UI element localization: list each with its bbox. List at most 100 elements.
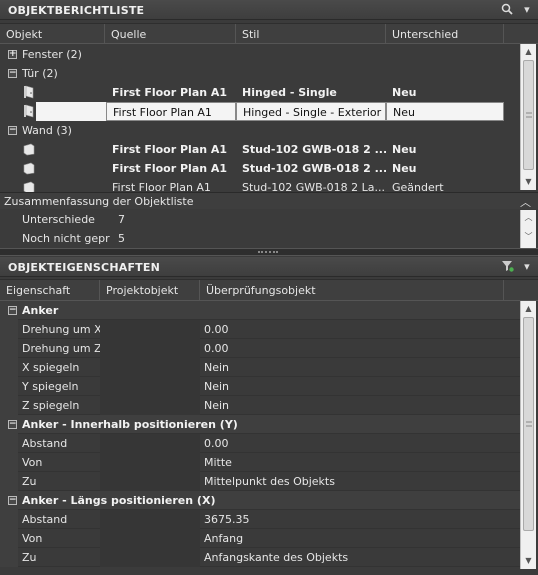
- property-row[interactable]: Von Anfang: [0, 529, 520, 548]
- projektobjekt-cell: [100, 358, 200, 377]
- property-row[interactable]: Z spiegeln Nein: [0, 396, 520, 415]
- stil-cell: Stud-102 GWB-018 2 ...: [242, 162, 386, 175]
- column-quelle[interactable]: Quelle: [105, 24, 236, 44]
- panel-splitter[interactable]: [0, 248, 538, 256]
- unterschied-cell: Neu: [392, 86, 417, 99]
- column-objekt[interactable]: Objekt: [0, 24, 105, 44]
- property-row[interactable]: Von Mitte: [0, 453, 520, 472]
- row-gutter: [0, 510, 18, 529]
- unterschied-cell: Neu: [392, 162, 417, 175]
- scroll-thumb[interactable]: [523, 317, 534, 531]
- collapse-icon[interactable]: −: [8, 496, 17, 505]
- property-value: Nein: [204, 380, 230, 393]
- property-value: 3675.35: [204, 513, 250, 526]
- projektobjekt-cell: [100, 529, 200, 548]
- scroll-thumb[interactable]: [523, 60, 534, 170]
- category-row[interactable]: − Anker: [0, 301, 520, 320]
- column-unterschied[interactable]: Unterschied: [386, 24, 504, 44]
- column-projektobjekt[interactable]: Projektobjekt: [100, 280, 200, 301]
- object-report-title: OBJEKTBERICHTLISTE: [8, 4, 145, 17]
- group-label: Wand (3): [22, 124, 72, 137]
- property-row[interactable]: X spiegeln Nein: [0, 358, 520, 377]
- summary-scrollbar[interactable]: ︿ ﹀: [520, 210, 536, 248]
- projektobjekt-cell: [100, 434, 200, 453]
- property-row[interactable]: Zu Anfangskante des Objekts: [0, 548, 520, 567]
- panel-menu-icon[interactable]: ▾: [520, 3, 534, 17]
- scroll-down-arrow[interactable]: ▼: [521, 553, 536, 569]
- properties-column-header: Eigenschaft Projektobjekt Überprüfungsob…: [0, 279, 538, 301]
- property-value: Anfangskante des Objekts: [204, 551, 349, 564]
- group-row[interactable]: − Tür (2): [0, 64, 520, 83]
- summary-row: Noch nicht geprüft 5: [0, 229, 522, 248]
- property-row[interactable]: Drehung um Z 0.00: [0, 339, 520, 358]
- object-report-scrollbar[interactable]: ▲ ▼: [520, 44, 536, 190]
- collapse-icon[interactable]: −: [8, 420, 17, 429]
- table-row[interactable]: First Floor Plan A1 Hinged - Single - Ext…: [24, 102, 504, 121]
- scroll-up-arrow[interactable]: ︿: [521, 210, 536, 229]
- group-label: Fenster (2): [22, 48, 82, 61]
- category-row[interactable]: − Anker - Längs positionieren (X): [0, 491, 520, 510]
- column-stil[interactable]: Stil: [236, 24, 386, 44]
- quelle-cell: First Floor Plan A1: [112, 143, 228, 156]
- projektobjekt-cell: [100, 320, 200, 339]
- row-gutter: [0, 377, 18, 396]
- summary-row: Unterschiede 7: [0, 210, 522, 229]
- property-value: Mittelpunkt des Objekts: [204, 475, 335, 488]
- property-row[interactable]: Zu Mittelpunkt des Objekts: [0, 472, 520, 491]
- property-value: 0.00: [204, 437, 229, 450]
- row-gutter: [0, 320, 18, 339]
- stil-cell: Stud-102 GWB-018 2 ...: [242, 143, 386, 156]
- property-name: Von: [22, 532, 43, 545]
- stil-cell: Hinged - Single - Exterior: [236, 102, 386, 121]
- scroll-down-arrow[interactable]: ▼: [521, 174, 536, 190]
- property-name: Abstand: [22, 513, 68, 526]
- door-icon: [22, 104, 36, 118]
- scroll-up-arrow[interactable]: ▲: [521, 301, 536, 317]
- projektobjekt-cell: [100, 396, 200, 415]
- object-report-column-header: Objekt Quelle Stil Unterschied: [0, 23, 538, 44]
- property-name: Zu: [22, 475, 37, 488]
- category-label: Anker - Längs positionieren (X): [22, 494, 216, 507]
- property-row[interactable]: Y spiegeln Nein: [0, 377, 520, 396]
- filter-icon[interactable]: [500, 260, 514, 274]
- table-row[interactable]: First Floor Plan A1 Hinged - Single Neu: [0, 83, 520, 102]
- properties-header: OBJEKTEIGENSCHAFTEN ▾: [0, 257, 538, 277]
- unterschied-cell: Neu: [392, 143, 417, 156]
- table-row[interactable]: First Floor Plan A1 Stud-102 GWB-018 2 ..…: [0, 140, 520, 159]
- row-gutter: [0, 453, 18, 472]
- door-icon: [22, 85, 36, 99]
- property-value: Anfang: [204, 532, 244, 545]
- summary-header[interactable]: Zusammenfassung der Objektliste ︿: [0, 192, 538, 209]
- category-row[interactable]: − Anker - Innerhalb positionieren (Y): [0, 415, 520, 434]
- column-eigenschaft[interactable]: Eigenschaft: [0, 280, 100, 301]
- column-ueberpruefungsobjekt[interactable]: Überprüfungsobjekt: [200, 280, 504, 301]
- property-row[interactable]: Drehung um X 0.00: [0, 320, 520, 339]
- panel-menu-icon[interactable]: ▾: [520, 260, 534, 274]
- table-row[interactable]: First Floor Plan A1 Stud-102 GWB-018 2 ..…: [0, 159, 520, 178]
- chevron-up-icon[interactable]: ︿: [520, 194, 531, 210]
- property-name: Abstand: [22, 437, 68, 450]
- group-row[interactable]: + Fenster (2): [0, 45, 520, 64]
- scroll-up-arrow[interactable]: ▲: [521, 44, 536, 60]
- wall-icon: [22, 161, 36, 175]
- property-row[interactable]: Abstand 3675.35: [0, 510, 520, 529]
- summary-label: Noch nicht geprüft: [22, 232, 110, 245]
- projektobjekt-cell: [100, 510, 200, 529]
- scroll-down-arrow[interactable]: ﹀: [521, 229, 536, 248]
- property-row[interactable]: Abstand 0.00: [0, 434, 520, 453]
- property-value: Nein: [204, 399, 230, 412]
- stil-cell: Hinged - Single: [242, 86, 337, 99]
- category-label: Anker: [22, 304, 59, 317]
- row-gutter: [0, 529, 18, 548]
- summary-value: 5: [118, 232, 125, 245]
- zoom-icon[interactable]: [500, 3, 514, 17]
- collapse-icon[interactable]: −: [8, 306, 17, 315]
- row-gutter: [0, 434, 18, 453]
- property-name: Z spiegeln: [22, 399, 80, 412]
- properties-scrollbar[interactable]: ▲ ▼: [520, 301, 536, 569]
- property-value: 0.00: [204, 323, 229, 336]
- property-name: Zu: [22, 551, 37, 564]
- quelle-cell: First Floor Plan A1: [112, 86, 228, 99]
- row-gutter: [0, 396, 18, 415]
- group-row[interactable]: − Wand (3): [0, 121, 520, 140]
